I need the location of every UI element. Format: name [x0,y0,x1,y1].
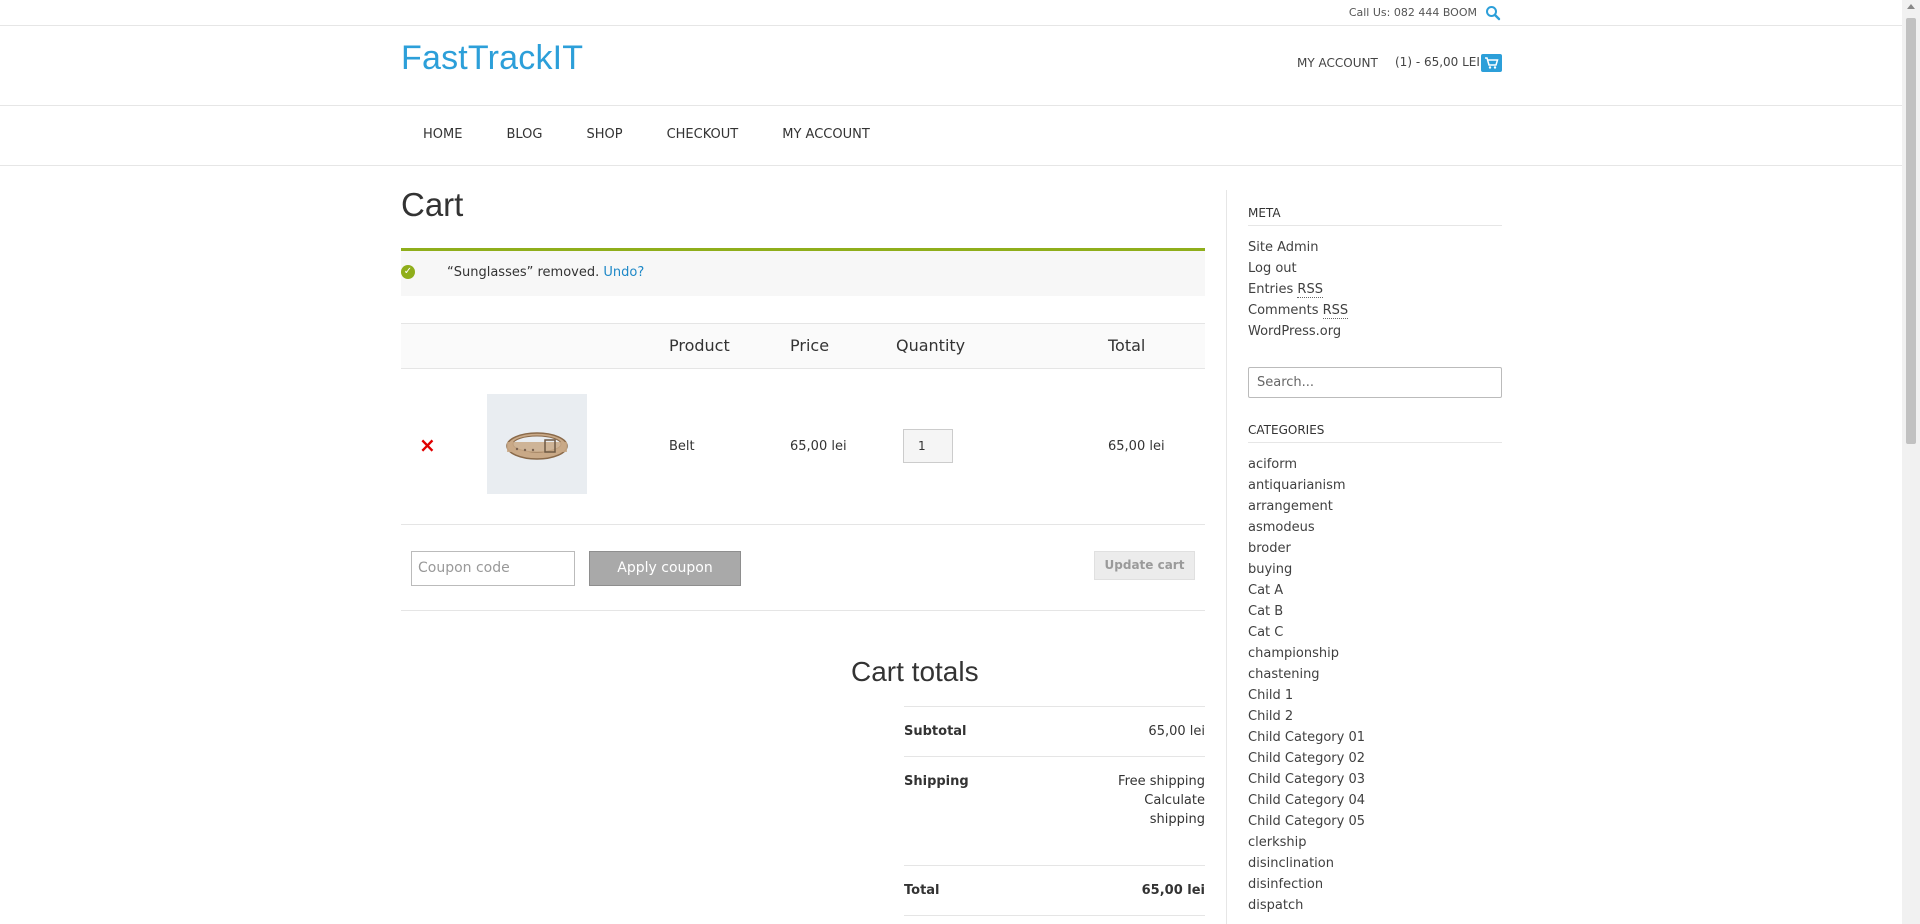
category-link[interactable]: dispatch [1248,895,1365,916]
cart-table-header: Product Price Quantity Total [401,323,1205,369]
total-value: 65,00 lei [1141,883,1205,898]
product-thumbnail-belt[interactable] [487,394,587,494]
meta-entries-rss[interactable]: Entries RSS [1248,279,1348,300]
category-link[interactable]: Child Category 04 [1248,790,1365,811]
scrollbar-thumb[interactable] [1906,18,1916,444]
rss-abbr: RSS [1322,303,1349,319]
cart-actions: Coupon code Apply coupon Update cart [401,525,1205,611]
category-link[interactable]: Child Category 05 [1248,811,1365,832]
subtotal-value: 65,00 lei [1148,724,1205,739]
product-subtotal: 65,00 lei [1108,439,1165,454]
shipping-row: Shipping Free shipping Calculate shippin… [904,756,1205,865]
header-price: Price [790,336,830,355]
category-link[interactable]: Cat B [1248,601,1365,622]
sidebar-divider [1226,190,1227,924]
cart-table: Product Price Quantity Total × Belt 65,0… [401,323,1205,611]
quantity-input[interactable]: 1 [903,429,953,463]
category-link[interactable]: Child 1 [1248,685,1365,706]
category-link[interactable]: chastening [1248,664,1365,685]
category-link[interactable]: Child Category 03 [1248,769,1365,790]
rss-abbr: RSS [1297,282,1323,298]
notice-text: “Sunglasses” removed. [447,265,600,280]
nav-item-home[interactable]: HOME [401,106,484,166]
category-link[interactable]: Child 2 [1248,706,1365,727]
meta-wordpress-org[interactable]: WordPress.org [1248,321,1348,342]
category-link[interactable]: championship [1248,643,1365,664]
nav-item-my-account[interactable]: MY ACCOUNT [760,106,892,166]
total-label: Total [904,883,940,898]
main-navigation: HOME BLOG SHOP CHECKOUT MY ACCOUNT [0,106,1902,166]
category-link[interactable]: Child Category 02 [1248,748,1365,769]
call-us-text: Call Us: 082 444 BOOM [1348,6,1477,19]
subtotal-row: Subtotal 65,00 lei [904,706,1205,756]
categories-list: aciform antiquarianism arrangement asmodeus… [1248,454,1365,916]
remove-item-button[interactable]: × [419,435,436,455]
total-row: Total 65,00 lei [904,865,1205,915]
update-cart-button[interactable]: Update cart [1094,551,1195,580]
meta-site-admin[interactable]: Site Admin [1248,237,1348,258]
meta-widget-title: META [1248,206,1502,226]
header-my-account-link[interactable]: MY ACCOUNT [1297,56,1378,70]
shipping-label: Shipping [904,774,969,789]
sidebar-search-input[interactable]: Search... [1248,367,1502,398]
category-link[interactable]: broder [1248,538,1365,559]
category-link[interactable]: buying [1248,559,1365,580]
cart-icon[interactable] [1481,54,1502,72]
apply-coupon-button[interactable]: Apply coupon [589,551,741,586]
category-link[interactable]: disinfection [1248,874,1365,895]
subtotal-label: Subtotal [904,724,967,739]
product-name-link[interactable]: Belt [669,439,695,454]
cart-totals-table: Subtotal 65,00 lei Shipping Free shippin… [904,706,1205,917]
site-logo[interactable]: FastTrackIT [401,39,583,78]
meta-list: Site Admin Log out Entries RSS Comments … [1248,237,1349,342]
header-quantity: Quantity [896,336,966,355]
nav-item-shop[interactable]: SHOP [564,106,644,166]
page-scrollbar[interactable] [1902,0,1920,924]
category-link[interactable]: antiquarianism [1248,475,1365,496]
categories-widget-title: CATEGORIES [1248,423,1502,443]
calculate-shipping-link-line2[interactable]: shipping [1150,812,1205,827]
product-price: 65,00 lei [790,439,847,454]
category-link[interactable]: Child Category 01 [1248,727,1365,748]
header-cart-summary[interactable]: (1) - 65,00 LEI [1395,55,1480,69]
site-header: FastTrackIT MY ACCOUNT (1) - 65,00 LEI [0,26,1902,106]
meta-comments-rss[interactable]: Comments RSS [1248,300,1349,321]
notice-message: “Sunglasses” removed. Undo? [447,265,644,280]
removed-notice: ✓ “Sunglasses” removed. Undo? [401,248,1205,296]
header-product: Product [669,336,730,355]
category-link[interactable]: clerkship [1248,832,1365,853]
nav-item-checkout[interactable]: CHECKOUT [645,106,761,166]
category-link[interactable]: disinclination [1248,853,1365,874]
table-row: × Belt 65,00 lei 1 65,00 lei [401,369,1205,525]
category-link[interactable]: aciform [1248,454,1365,475]
calculate-shipping-link[interactable]: Calculate [1144,793,1205,808]
search-icon[interactable] [1485,5,1501,21]
category-link[interactable]: arrangement [1248,496,1365,517]
shipping-value: Free shipping [1118,774,1205,789]
undo-link[interactable]: Undo? [603,265,644,280]
category-link[interactable]: asmodeus [1248,517,1365,538]
meta-log-out[interactable]: Log out [1248,258,1348,279]
nav-item-blog[interactable]: BLOG [484,106,564,166]
entries-label: Entries [1248,282,1294,297]
category-link[interactable]: Cat C [1248,622,1365,643]
top-bar: Call Us: 082 444 BOOM [0,0,1902,26]
check-icon: ✓ [401,265,415,279]
scroll-up-arrow-icon[interactable] [1907,4,1915,9]
coupon-code-input[interactable]: Coupon code [411,551,575,586]
header-total: Total [1108,336,1146,355]
totals-bottom-rule [904,915,1205,917]
page-title: Cart [401,186,464,223]
category-link[interactable]: Cat A [1248,580,1365,601]
cart-totals-title: Cart totals [851,656,979,687]
comments-label: Comments [1248,303,1319,318]
